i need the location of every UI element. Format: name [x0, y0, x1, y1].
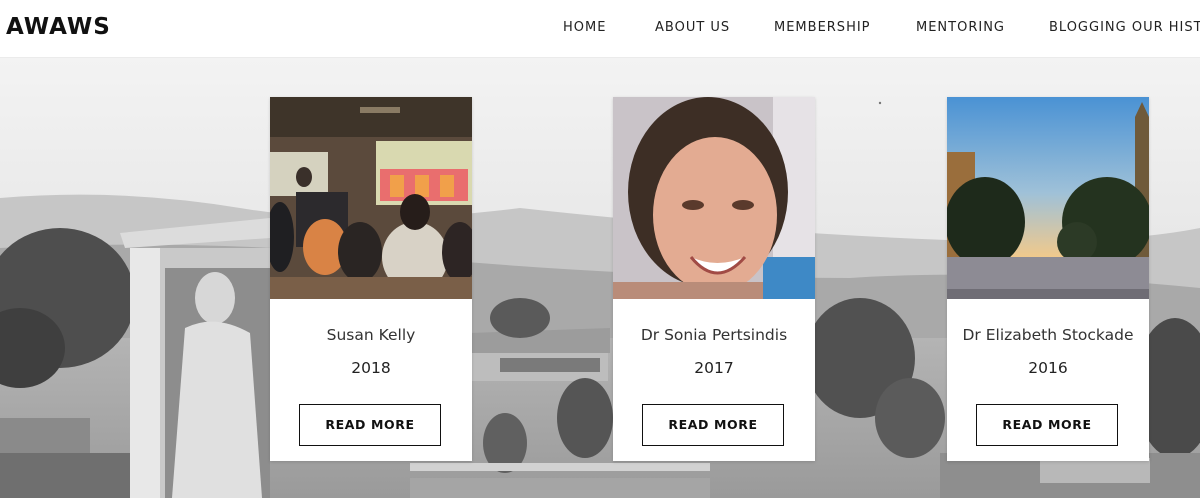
nav-mentoring[interactable]: MENTORING	[916, 20, 1005, 35]
main-nav: HOME ABOUT US MEMBERSHIP MENTORING BLOGG…	[0, 20, 1200, 40]
read-more-button[interactable]: READ MORE	[642, 404, 784, 446]
card-sonia-pertsindis: Dr Sonia Pertsindis 2017 READ MORE	[613, 97, 815, 461]
read-more-button[interactable]: READ MORE	[299, 404, 441, 446]
conference-photo	[270, 97, 472, 299]
card-name: Dr Sonia Pertsindis	[640, 326, 788, 344]
card-photo	[270, 97, 472, 299]
card-elizabeth-stockade: Dr Elizabeth Stockade 2016 READ MORE	[947, 97, 1149, 461]
card-photo	[947, 97, 1149, 299]
portrait-photo	[613, 97, 815, 299]
nav-membership[interactable]: MEMBERSHIP	[774, 20, 871, 35]
campus-photo	[947, 97, 1149, 299]
card-photo	[613, 97, 815, 299]
nav-home[interactable]: HOME	[563, 20, 606, 35]
card-year: 2017	[694, 359, 734, 377]
card-name: Susan Kelly	[326, 326, 416, 344]
card-year: 2018	[351, 359, 391, 377]
read-more-button[interactable]: READ MORE	[976, 404, 1118, 446]
nav-about-us[interactable]: ABOUT US	[655, 20, 730, 35]
card-susan-kelly: Susan Kelly 2018 READ MORE	[270, 97, 472, 461]
site-header: AWAWS HOME ABOUT US MEMBERSHIP MENTORING…	[0, 0, 1200, 58]
card-year: 2016	[1028, 359, 1068, 377]
nav-blogging-our-history[interactable]: BLOGGING OUR HISTORY	[1049, 20, 1200, 35]
card-name: Dr Elizabeth Stockade	[962, 326, 1134, 344]
